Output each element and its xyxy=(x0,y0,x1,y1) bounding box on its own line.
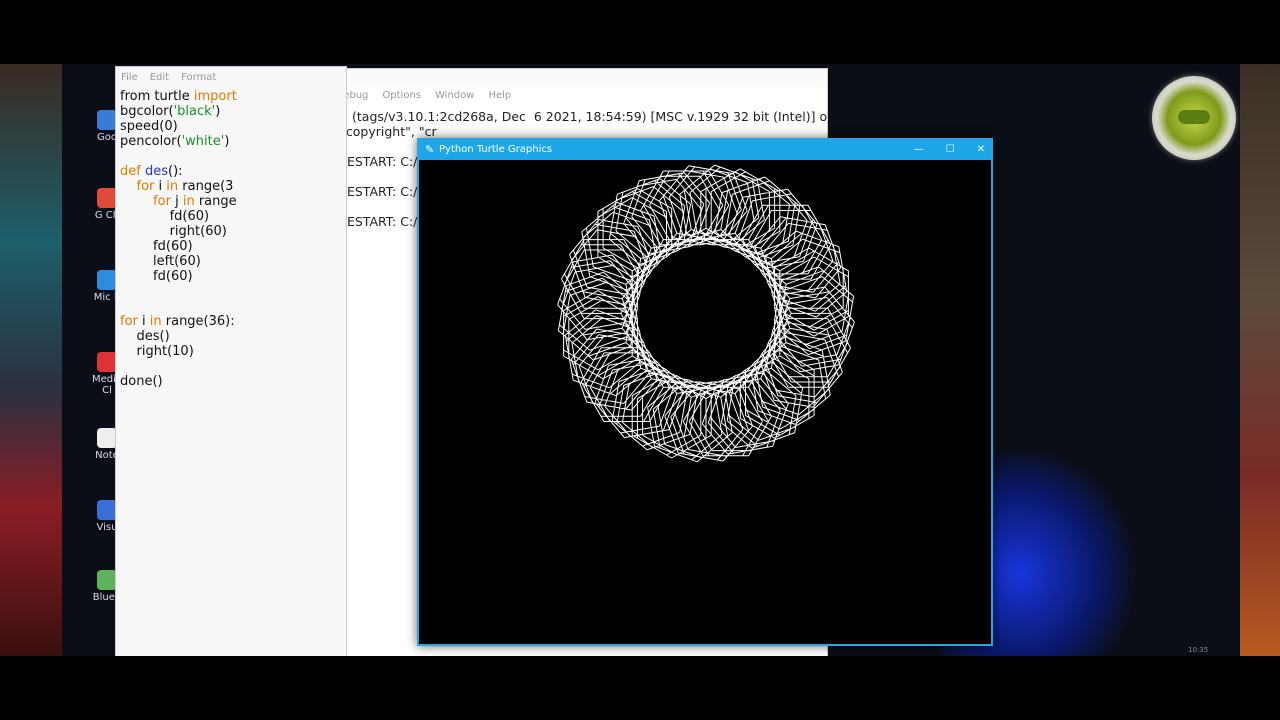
letterbox-bottom xyxy=(0,656,1280,720)
code-token: left(60) xyxy=(120,254,201,269)
shortcut-icon xyxy=(97,570,117,590)
shortcut-icon xyxy=(97,352,117,372)
code-token: fd(60) xyxy=(120,209,210,224)
code-line: right(60) xyxy=(120,224,342,239)
code-area[interactable]: from turtle import bgcolor('black') speed(… xyxy=(116,87,346,391)
code-line: def des(): xyxy=(120,164,342,179)
gadget-display xyxy=(1178,110,1210,124)
code-line: fd(60) xyxy=(120,209,342,224)
code-token: for xyxy=(120,314,138,329)
code-token: bgcolor( xyxy=(120,104,174,119)
code-token: in xyxy=(166,179,179,194)
minimize-button[interactable]: — xyxy=(914,140,924,160)
code-token: fd(60) xyxy=(120,239,193,254)
code-token: i xyxy=(137,314,150,329)
editor-menu-format[interactable]: Format xyxy=(181,72,216,83)
turtle-titlebar[interactable]: ✎ Python Turtle Graphics — ☐ ✕ xyxy=(419,140,991,160)
code-token: fd(60) xyxy=(120,269,193,284)
code-token: def xyxy=(120,164,145,179)
shell-menu-options[interactable]: Options xyxy=(382,90,421,101)
code-token: for xyxy=(153,194,171,209)
code-line: fd(60) xyxy=(120,269,342,284)
turtle-drawing xyxy=(557,164,855,463)
close-button[interactable]: ✕ xyxy=(977,140,985,160)
code-token: import xyxy=(193,89,237,104)
feather-icon: ✎ xyxy=(425,143,435,156)
code-line: left(60) xyxy=(120,254,342,269)
code-line: fd(60) xyxy=(120,239,342,254)
code-token: right(60) xyxy=(120,224,227,239)
shell-menu-help[interactable]: Help xyxy=(488,90,511,101)
editor-menu-edit[interactable]: Edit xyxy=(150,72,169,83)
shortcut-icon xyxy=(97,188,117,208)
code-line: for i in range(36): xyxy=(120,314,342,329)
letterbox-top xyxy=(0,0,1280,64)
code-token: 'white' xyxy=(181,134,225,149)
shortcut-icon xyxy=(97,500,117,520)
shell-menu-window[interactable]: Window xyxy=(435,90,474,101)
code-line: for j in range xyxy=(120,194,342,209)
editor-menubar: File Edit Format xyxy=(116,67,346,87)
code-token: (): xyxy=(168,164,183,179)
shortcut-icon xyxy=(97,428,117,448)
code-token: speed(0) xyxy=(120,119,178,134)
turtle-canvas[interactable] xyxy=(419,160,973,632)
code-line: bgcolor('black') xyxy=(120,104,342,119)
code-line: speed(0) xyxy=(120,119,342,134)
editor-menu-file[interactable]: File xyxy=(121,72,138,83)
code-line: des() xyxy=(120,329,342,344)
code-line: from turtle import xyxy=(120,89,342,104)
code-token: des xyxy=(144,164,168,179)
code-line xyxy=(120,284,342,299)
code-token: ) xyxy=(215,104,221,119)
shortcut-icon xyxy=(97,270,117,290)
room-background-right xyxy=(1240,64,1280,656)
desktop-gadget[interactable] xyxy=(1152,76,1236,160)
code-line xyxy=(120,359,342,374)
maximize-button[interactable]: ☐ xyxy=(946,140,955,160)
spirograph-path xyxy=(557,164,855,463)
code-token: in xyxy=(182,194,195,209)
code-line xyxy=(120,299,342,314)
turtle-graphics-window[interactable]: ✎ Python Turtle Graphics — ☐ ✕ xyxy=(417,138,993,646)
code-line: pencolor('white') xyxy=(120,134,342,149)
code-token: range(3 xyxy=(178,179,234,194)
code-token: 'black' xyxy=(173,104,216,119)
code-line: done() xyxy=(120,374,342,389)
turtle-window-title: Python Turtle Graphics xyxy=(439,144,553,155)
code-token: ) xyxy=(224,134,230,149)
code-token: from turtle xyxy=(120,89,194,104)
code-token: range(36): xyxy=(161,314,235,329)
code-editor-window[interactable]: File Edit Format from turtle import bgcolor… xyxy=(115,66,347,658)
code-line: right(10) xyxy=(120,344,342,359)
taskbar-clock: 10:35 xyxy=(1188,646,1209,654)
code-token: i xyxy=(154,179,167,194)
code-token: range xyxy=(194,194,237,209)
code-token: for xyxy=(136,179,155,194)
code-token: in xyxy=(149,314,162,329)
room-background-left xyxy=(0,64,62,656)
code-token: pencolor( xyxy=(120,134,182,149)
code-token: des() xyxy=(120,329,170,344)
code-line: for i in range(3 xyxy=(120,179,342,194)
code-token: j xyxy=(170,194,183,209)
shortcut-icon xyxy=(97,110,117,130)
code-line xyxy=(120,149,342,164)
code-token: right(10) xyxy=(120,344,194,359)
code-token: done() xyxy=(120,374,163,389)
